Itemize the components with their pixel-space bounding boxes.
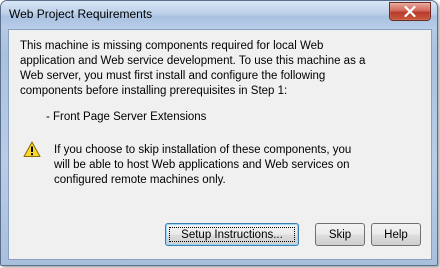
setup-instructions-button[interactable]: Setup Instructions...	[165, 223, 299, 246]
skip-button[interactable]: Skip	[315, 223, 365, 246]
warning-text: If you choose to skip installation of th…	[54, 144, 352, 186]
setup-instructions-label: Setup Instructions...	[181, 228, 283, 241]
missing-component-item: - Front Page Server Extensions	[46, 111, 207, 123]
dialog-window: Web Project Requirements This machine is…	[0, 0, 438, 266]
close-button[interactable]	[389, 2, 431, 21]
warning-icon	[23, 141, 41, 157]
skip-label: Skip	[328, 228, 352, 241]
close-icon	[404, 6, 416, 17]
help-label: Help	[384, 228, 408, 241]
window-title: Web Project Requirements	[9, 7, 153, 21]
help-button[interactable]: Help	[371, 223, 421, 246]
message-text: This machine is missing components requi…	[20, 40, 366, 97]
title-bar[interactable]: Web Project Requirements	[1, 1, 437, 29]
dialog-content: This machine is missing components requi…	[8, 29, 432, 260]
